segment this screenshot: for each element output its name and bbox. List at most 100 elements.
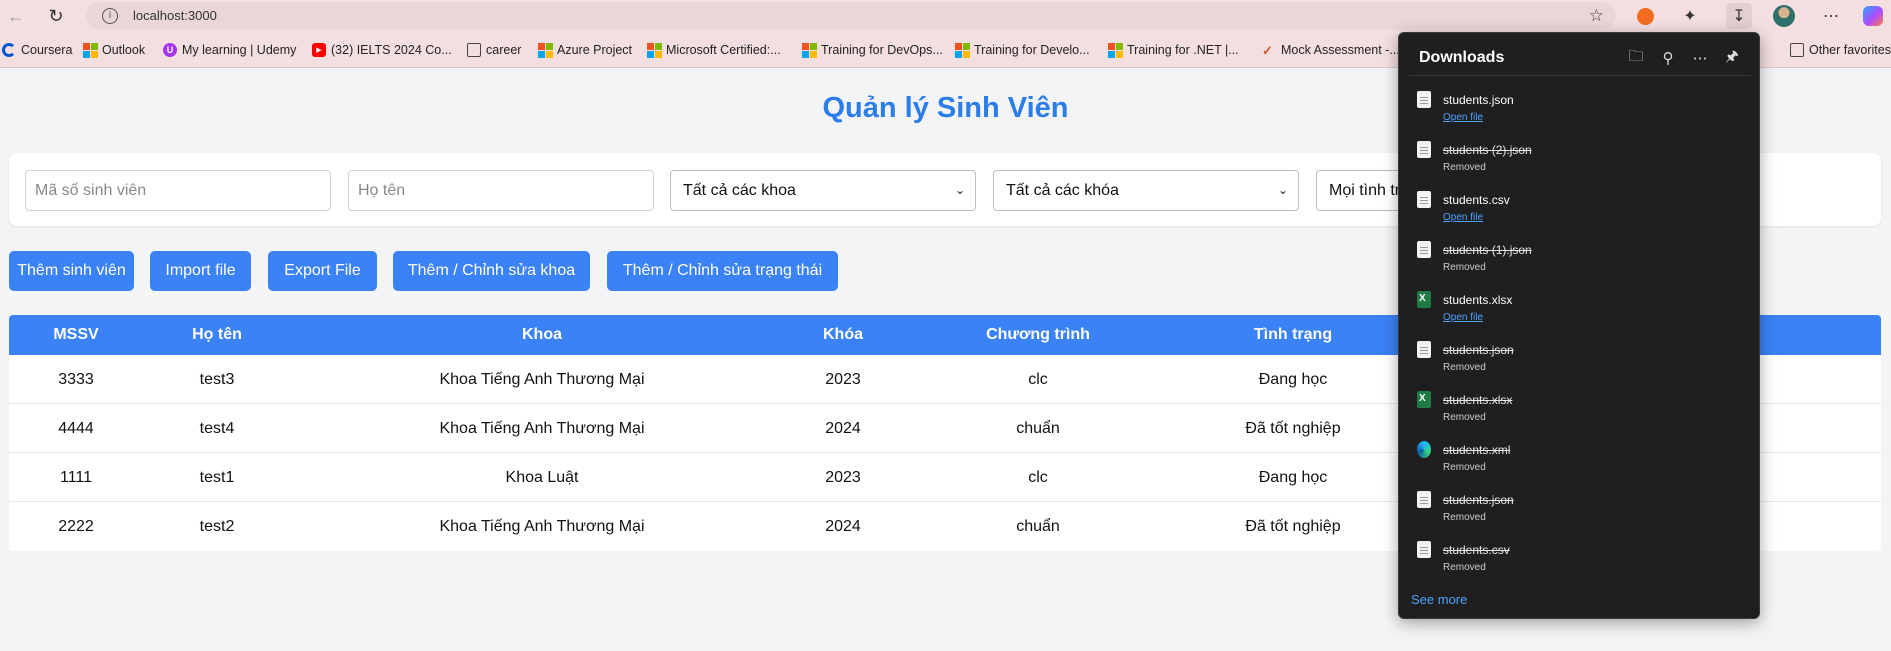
more-options-icon[interactable]: ⋯	[1689, 47, 1711, 69]
microsoft-icon	[955, 43, 970, 58]
course-select[interactable]: Tất cả các khóa ⌄	[993, 170, 1299, 211]
search-icon[interactable]: ⚲	[1657, 47, 1679, 69]
edit-status-button[interactable]: Thêm / Chỉnh sửa trạng thái	[607, 251, 838, 291]
download-filename: students.json	[1443, 493, 1514, 507]
download-item[interactable]: students.xml Removed	[1399, 437, 1759, 487]
favorite-label: Mock Assessment -...	[1281, 43, 1400, 57]
profile-avatar-icon[interactable]	[1771, 3, 1797, 29]
header-name: Họ tên	[192, 326, 242, 343]
download-status: Removed	[1443, 562, 1486, 573]
download-item[interactable]: students.json Open file	[1399, 87, 1759, 137]
pin-icon[interactable]: 🖈	[1721, 47, 1743, 69]
header-faculty: Khoa	[522, 326, 562, 343]
cell-faculty: Khoa Tiếng Anh Thương Mại	[439, 518, 645, 535]
favorite-label: Training for .NET |...	[1127, 43, 1239, 57]
reload-icon[interactable]: ↻	[42, 2, 70, 30]
favorite-star-icon[interactable]: ☆	[1589, 6, 1604, 26]
download-filename: students.xlsx	[1443, 293, 1513, 307]
open-file-link[interactable]: Open file	[1443, 112, 1483, 123]
cell-name: test4	[199, 420, 235, 437]
microsoft-icon	[538, 43, 553, 58]
download-filename: students.json	[1443, 93, 1514, 107]
url-text[interactable]: localhost:3000	[133, 8, 217, 23]
copilot-icon[interactable]	[1860, 3, 1886, 29]
favorite-label: Coursera	[21, 43, 73, 57]
favorite-coursera[interactable]: Coursera	[2, 42, 72, 58]
download-item[interactable]: students.xlsx Removed	[1399, 387, 1759, 437]
file-icon	[1417, 241, 1431, 258]
favorite-label: Azure Project	[557, 43, 633, 57]
microsoft-icon	[802, 43, 817, 58]
cell-mssv: 3333	[58, 371, 94, 388]
cell-mssv: 4444	[58, 420, 94, 437]
site-info-icon[interactable]: i	[102, 7, 118, 24]
file-icon	[1417, 191, 1431, 208]
download-item[interactable]: students.csv Open file	[1399, 187, 1759, 237]
cell-faculty: Khoa Luật	[505, 469, 579, 486]
cell-status: Đã tốt nghiệp	[1245, 420, 1341, 437]
student-id-input[interactable]: Mã số sinh viên	[25, 170, 331, 211]
open-file-link[interactable]: Open file	[1443, 212, 1483, 223]
extension-orange-icon[interactable]	[1632, 3, 1658, 29]
favorite-mock-assessment[interactable]: ✓ Mock Assessment -...	[1262, 42, 1400, 58]
favorite-training-devops[interactable]: Training for DevOps...	[802, 42, 943, 58]
download-item[interactable]: students.json Removed	[1399, 487, 1759, 537]
favorite-career[interactable]: career	[467, 42, 521, 58]
download-filename: students.xlsx	[1443, 393, 1513, 407]
download-item[interactable]: students.xlsx Open file	[1399, 287, 1759, 337]
favorite-azure-project[interactable]: Azure Project	[538, 42, 632, 58]
favorite-training-develo[interactable]: Training for Develo...	[955, 42, 1090, 58]
back-icon[interactable]: ←	[2, 2, 30, 30]
cell-faculty: Khoa Tiếng Anh Thương Mại	[439, 420, 645, 437]
cell-name: test3	[199, 371, 235, 388]
download-item[interactable]: students (1).json Removed	[1399, 237, 1759, 287]
export-file-button[interactable]: Export File	[268, 251, 377, 291]
open-folder-icon[interactable]: 🗀	[1625, 47, 1647, 69]
favorite-outlook[interactable]: Outlook	[83, 42, 145, 58]
mock-icon: ✓	[1262, 43, 1273, 58]
downloads-panel: Downloads 🗀 ⚲ ⋯ 🖈 students.json Open fil…	[1398, 32, 1760, 619]
downloads-title: Downloads	[1419, 49, 1505, 66]
see-more-link[interactable]: See more	[1411, 592, 1467, 607]
extensions-puzzle-icon[interactable]: ✦	[1677, 3, 1703, 29]
edit-faculty-button[interactable]: Thêm / Chỉnh sửa khoa	[393, 251, 590, 291]
header-mssv: MSSV	[53, 326, 99, 343]
cell-course: 2023	[825, 469, 861, 486]
header-program: Chương trình	[986, 326, 1090, 343]
cell-name: test1	[199, 469, 235, 486]
import-file-button[interactable]: Import file	[150, 251, 251, 291]
name-input[interactable]: Họ tên	[348, 170, 654, 211]
divider	[1409, 75, 1751, 76]
microsoft-icon	[647, 43, 662, 58]
download-status: Removed	[1443, 462, 1486, 473]
udemy-icon: U	[163, 43, 177, 57]
favorite-other-favorites[interactable]: Other favorites	[1790, 42, 1891, 58]
folder-icon	[1790, 43, 1804, 57]
favorite-ms-certified[interactable]: Microsoft Certified:...	[647, 42, 781, 58]
add-student-button[interactable]: Thêm sinh viên	[9, 251, 134, 291]
file-icon	[1417, 141, 1431, 158]
cell-program: clc	[1028, 469, 1048, 486]
favorite-label: Training for Develo...	[974, 43, 1090, 57]
cell-status: Đã tốt nghiệp	[1245, 518, 1341, 535]
download-item[interactable]: students (2).json Removed	[1399, 137, 1759, 187]
cell-program: clc	[1028, 371, 1048, 388]
open-file-link[interactable]: Open file	[1443, 312, 1483, 323]
address-bar[interactable]: i localhost:3000 ☆	[86, 2, 1616, 29]
favorite-label: Microsoft Certified:...	[666, 43, 781, 57]
favorite-label: Training for DevOps...	[821, 43, 943, 57]
microsoft-icon	[83, 43, 98, 58]
download-filename: students (2).json	[1443, 143, 1532, 157]
favorite-udemy[interactable]: U My learning | Udemy	[163, 42, 296, 58]
cell-program: chuẩn	[1016, 420, 1060, 437]
header-course: Khóa	[823, 326, 863, 343]
favorite-training-net[interactable]: Training for .NET |...	[1108, 42, 1239, 58]
more-menu-icon[interactable]: ⋯	[1818, 3, 1844, 29]
course-select-value: Tất cả các khóa	[1006, 181, 1119, 199]
download-item[interactable]: students.json Removed	[1399, 337, 1759, 387]
favorite-ielts[interactable]: ▶ (32) IELTS 2024 Co...	[312, 42, 452, 58]
faculty-select[interactable]: Tất cả các khoa ⌄	[670, 170, 976, 211]
download-item[interactable]: students.csv Removed	[1399, 537, 1759, 587]
downloads-icon[interactable]: ↧	[1726, 3, 1752, 29]
download-status: Removed	[1443, 412, 1486, 423]
